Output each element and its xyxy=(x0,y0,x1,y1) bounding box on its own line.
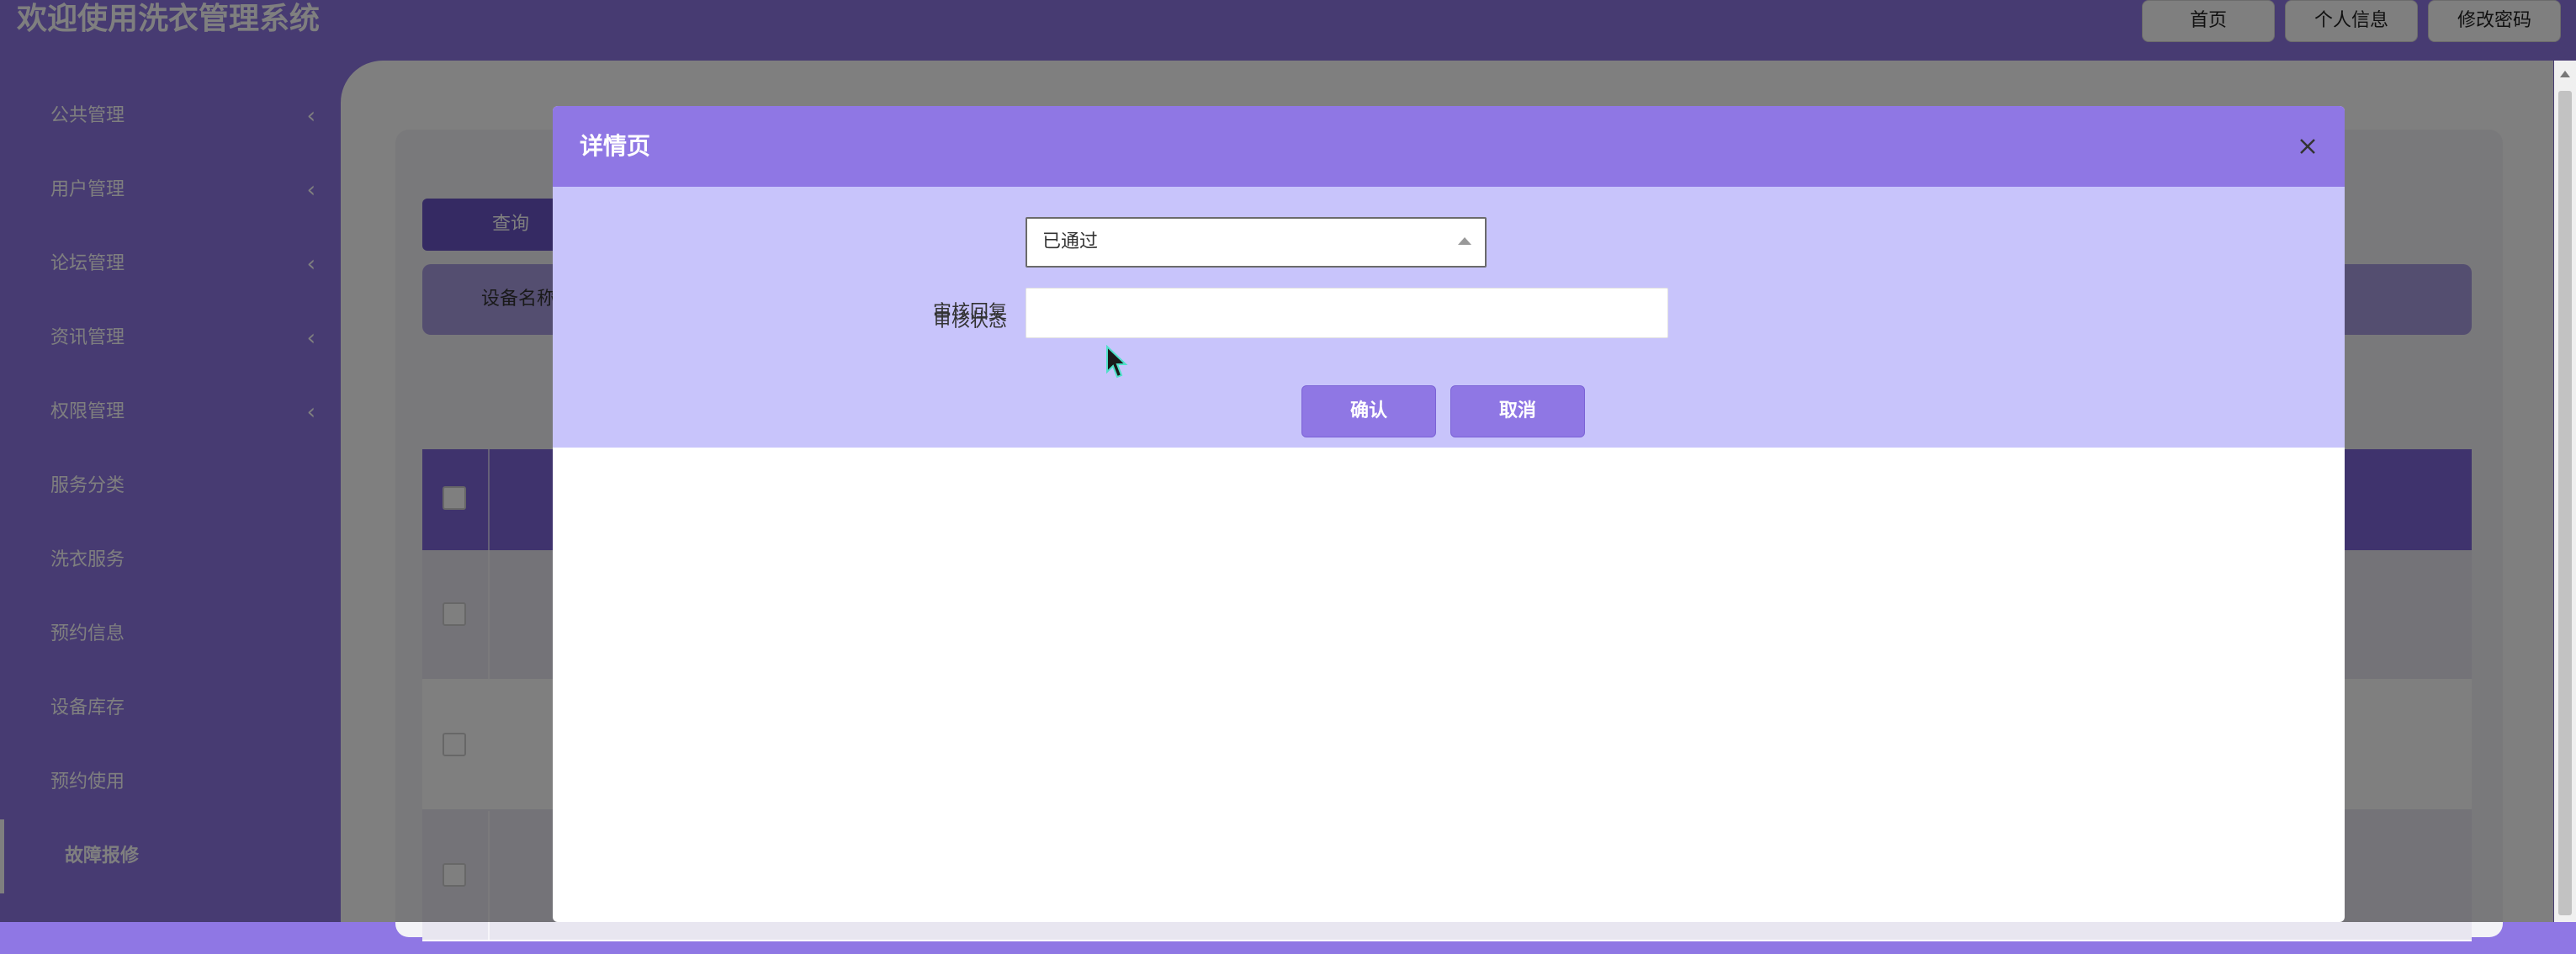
scroll-up-arrow-icon[interactable] xyxy=(2560,71,2570,77)
page-scrollbar[interactable] xyxy=(2554,61,2576,922)
detail-dialog: 详情页 审核状态 已通过 审核回复 确认 取消 xyxy=(553,106,2345,922)
close-icon[interactable] xyxy=(2291,130,2324,163)
reply-input[interactable] xyxy=(1026,288,1668,338)
dialog-header: 详情页 xyxy=(553,106,2345,187)
caret-up-icon xyxy=(1458,237,1471,245)
dialog-form: 审核状态 已通过 审核回复 确认 取消 xyxy=(553,187,2345,448)
scrollbar-thumb[interactable] xyxy=(2558,91,2572,915)
status-select[interactable]: 已通过 xyxy=(1026,217,1487,268)
mouse-cursor-icon xyxy=(1106,345,1128,379)
dialog-title: 详情页 xyxy=(580,132,651,160)
cancel-button[interactable]: 取消 xyxy=(1450,385,1585,437)
status-select-value: 已通过 xyxy=(1042,231,1099,252)
reply-label: 审核回复 xyxy=(932,302,1007,323)
confirm-button[interactable]: 确认 xyxy=(1301,385,1436,437)
